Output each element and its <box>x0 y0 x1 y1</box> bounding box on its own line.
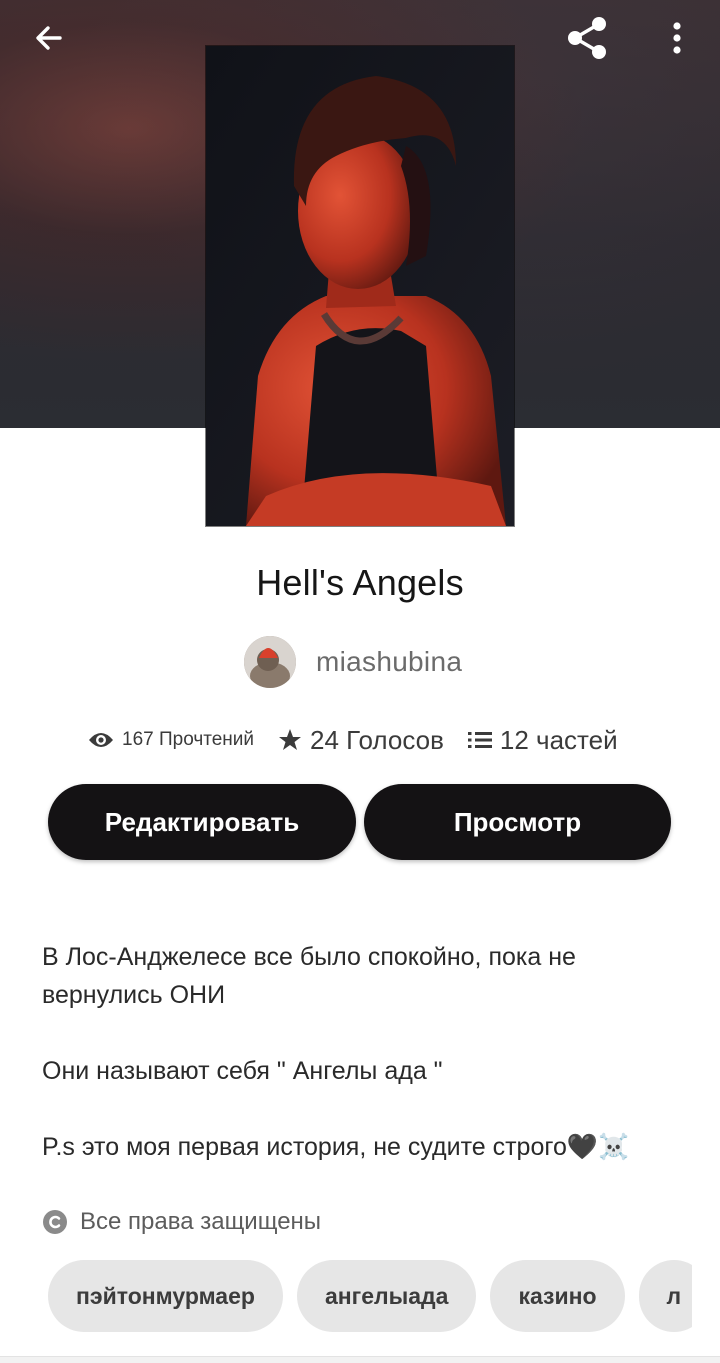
story-stats: 167 Прочтений 24 Голосов 12 частей <box>88 720 618 760</box>
votes-count: 24 Голосов <box>278 725 444 756</box>
story-title: Hell's Angels <box>256 562 464 603</box>
share-button[interactable] <box>560 12 614 64</box>
share-icon <box>568 17 606 59</box>
avatar[interactable] <box>244 636 296 688</box>
copyright-label: Все права защищены <box>80 1208 322 1235</box>
parts-count[interactable]: 12 частей <box>467 724 618 756</box>
author-link[interactable]: miashubina <box>244 634 462 690</box>
author-name[interactable]: miashubina <box>316 646 462 678</box>
more-options-button[interactable] <box>656 14 698 62</box>
tag-list: пэйтонмурмаер ангелыада казино л <box>48 1260 692 1332</box>
edit-button[interactable]: Редактировать <box>48 784 356 860</box>
description-line: P.s это моя первая история, не судите ст… <box>42 1133 630 1161</box>
description-line: Они называют себя " Ангелы ада " <box>42 1057 443 1085</box>
arrow-left-icon <box>36 26 62 50</box>
tag-chip[interactable]: пэйтонмурмаер <box>48 1260 283 1332</box>
copyright-icon <box>43 1210 67 1234</box>
parts-label: 12 частей <box>499 724 618 755</box>
star-icon <box>279 729 302 750</box>
story-description: В Лос-Анджелесе все было спокойно, пока … <box>42 938 692 1166</box>
description-line: В Лос-Анджелесе все было спокойно, пока … <box>42 943 576 1009</box>
preview-button[interactable]: Просмотр <box>364 784 671 860</box>
reads-count: 167 Прочтений <box>88 729 254 751</box>
list-icon <box>467 732 492 748</box>
copyright-notice: Все права защищены <box>42 1202 321 1242</box>
story-cover-image[interactable] <box>206 46 514 526</box>
tag-chip[interactable]: ангелыада <box>296 1260 477 1332</box>
votes-label: 24 Голосов <box>310 724 444 755</box>
tag-chip[interactable]: казино <box>490 1260 625 1332</box>
eye-icon <box>89 733 113 747</box>
tag-chip[interactable]: л <box>638 1260 692 1332</box>
more-vertical-icon <box>673 22 681 54</box>
back-button[interactable] <box>22 14 76 62</box>
reads-label: 167 Прочтений <box>122 729 255 750</box>
